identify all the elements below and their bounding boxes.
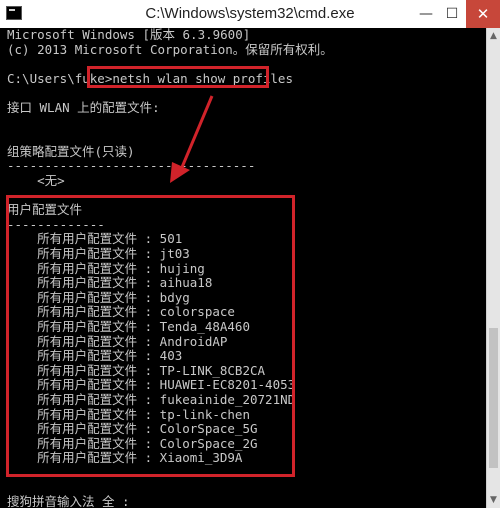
user-profiles-highlight-box: [6, 195, 295, 477]
command-highlight-box: [87, 66, 269, 88]
minimize-button[interactable]: —: [412, 0, 440, 28]
console-line: 组策略配置文件(只读): [7, 143, 135, 159]
maximize-button[interactable]: ☐: [438, 0, 466, 28]
console-line: (c) 2013 Microsoft Corporation。保留所有权利。: [7, 41, 333, 57]
console-line: ---------------------------------: [7, 158, 256, 174]
console-line: <无>: [7, 173, 65, 188]
cmd-window: C:\Windows\system32\cmd.exe — ☐ ✕ Micros…: [0, 0, 500, 531]
ime-status-line: 搜狗拼音输入法 全 :: [7, 494, 130, 508]
scroll-thumb[interactable]: [489, 328, 498, 468]
window-bottom-edge: [0, 508, 500, 531]
console-line: 接口 WLAN 上的配置文件:: [7, 100, 160, 115]
close-button[interactable]: ✕: [466, 0, 500, 28]
title-bar[interactable]: C:\Windows\system32\cmd.exe — ☐ ✕: [0, 0, 500, 29]
scroll-up-arrow-icon[interactable]: ▲: [487, 28, 500, 44]
scroll-down-arrow-icon[interactable]: ▼: [487, 492, 500, 508]
console-line: Microsoft Windows [版本 6.3.9600]: [7, 28, 251, 42]
vertical-scrollbar[interactable]: ▲ ▼: [486, 28, 500, 508]
